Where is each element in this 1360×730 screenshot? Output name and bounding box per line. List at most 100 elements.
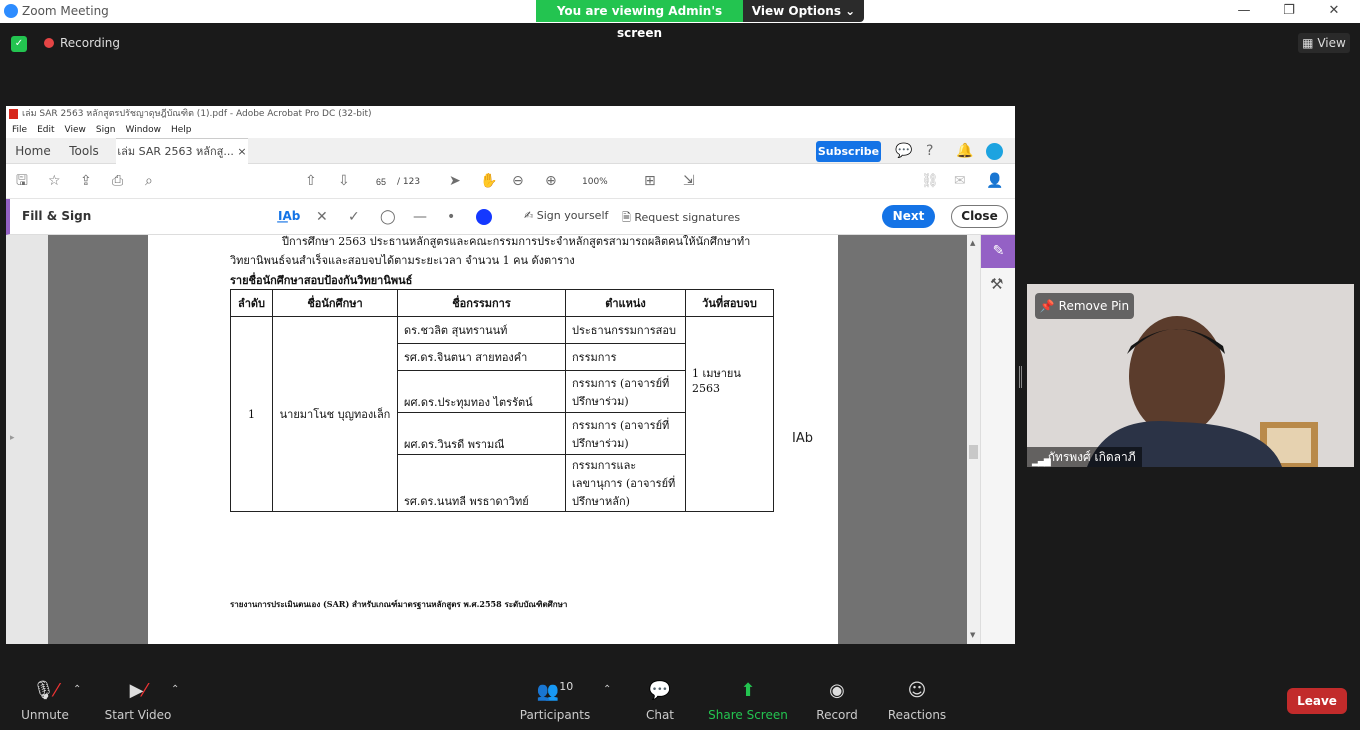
menu-window[interactable]: Window — [126, 125, 162, 135]
subscribe-button[interactable]: Subscribe — [816, 141, 881, 162]
expand-arrow-icon[interactable]: ▸ — [10, 433, 15, 443]
view-button[interactable]: ▦ View — [1298, 33, 1350, 53]
star-icon[interactable]: ☆ — [48, 171, 61, 191]
profile-avatar[interactable] — [986, 143, 1003, 160]
help-icon[interactable]: ? — [926, 141, 933, 161]
add-text-icon[interactable]: I͟Ab — [278, 209, 300, 223]
view-options-button[interactable]: View Options ⌄ — [743, 0, 864, 22]
cross-mark-icon[interactable]: ✕ — [316, 207, 328, 227]
menu-sign[interactable]: Sign — [96, 125, 116, 135]
close-button[interactable]: Close — [951, 205, 1008, 228]
menu-help[interactable]: Help — [171, 125, 192, 135]
acrobat-title: เล่ม SAR 2563 หลักสูตรปรัชญาดุษฎีบัณฑิต … — [22, 109, 372, 119]
share-screen-label: Share Screen — [708, 708, 788, 722]
audio-options-caret-icon[interactable]: ⌃ — [73, 684, 81, 695]
page-up-icon[interactable]: ⇧ — [305, 171, 317, 191]
cell-member-name: ดร.ชวลิต สุนทรานนท์ — [397, 316, 566, 344]
request-signatures-label: Request signatures — [634, 211, 741, 224]
participant-video-tile[interactable]: 📌 Remove Pin ▂▄▆ ภัทรพงศ์ เกิดลาภี — [1027, 284, 1354, 467]
color-picker-icon[interactable] — [476, 209, 492, 225]
cell-order: 1 — [230, 316, 273, 512]
start-video-button[interactable]: ▶⁄ Start Video — [93, 680, 183, 722]
request-signatures-button[interactable]: 🗎 Request signatures — [622, 209, 740, 228]
reactions-button[interactable]: ☺ Reactions — [872, 680, 962, 722]
document-icon: 🗎 — [622, 211, 635, 224]
encryption-shield-icon[interactable]: ✓ — [11, 36, 27, 52]
cell-member-role: กรรมการ (อาจารย์ที่ปรึกษาร่วม) — [565, 370, 686, 413]
cell-member-name: รศ.ดร.นนทลี พรธาดาวิทย์ — [397, 454, 566, 512]
search-icon[interactable]: ⌕ — [145, 171, 153, 191]
right-tools-panel: ✎ ⚒ — [980, 235, 1015, 644]
mail-icon[interactable]: ✉ — [954, 171, 966, 191]
leave-button[interactable]: Leave — [1287, 688, 1347, 714]
link-icon[interactable]: ⛓ — [921, 171, 939, 191]
recording-indicator[interactable]: Recording — [44, 36, 120, 50]
scroll-mode-icon[interactable]: ⇲ — [683, 171, 695, 191]
save-icon[interactable]: 🖫 — [16, 171, 28, 191]
record-dot-icon — [44, 38, 54, 48]
header-committee: ชื่อกรรมการ — [397, 289, 566, 317]
close-tab-icon[interactable]: × — [237, 145, 246, 158]
add-user-icon[interactable]: 👤 — [986, 171, 1003, 191]
acrobat-title-bar: เล่ม SAR 2563 หลักสูตรปรัชญาดุษฎีบัณฑิต … — [6, 106, 1015, 122]
hand-icon[interactable]: ✋ — [480, 171, 497, 191]
page-number-input[interactable] — [368, 174, 394, 190]
menu-file[interactable]: File — [12, 125, 27, 135]
upload-icon[interactable]: ⇪ — [80, 171, 92, 191]
dot-icon[interactable]: • — [447, 207, 455, 227]
resize-handle[interactable] — [1019, 366, 1022, 388]
ellipse-icon[interactable]: ◯ — [380, 207, 396, 227]
menu-edit[interactable]: Edit — [37, 125, 54, 135]
minimize-button[interactable]: — — [1230, 2, 1258, 20]
cell-member-name: รศ.ดร.จินตนา สายทองคำ — [397, 343, 566, 371]
cell-member-role: กรรมการ — [565, 343, 686, 371]
tab-document[interactable]: เล่ม SAR 2563 หลักสู... × — [116, 138, 248, 164]
line-icon[interactable]: — — [413, 207, 427, 227]
committee-table: ลำดับ ชื่อนักศึกษา ชื่อกรรมการ ตำแหน่ง ว… — [230, 289, 774, 512]
select-cursor-icon[interactable]: ➤ — [449, 171, 461, 191]
left-panel-collapsed[interactable]: ▸ — [6, 235, 48, 644]
page-down-icon[interactable]: ⇩ — [338, 171, 350, 191]
record-label: Record — [816, 708, 858, 722]
participants-count: 10 — [559, 680, 574, 693]
sign-yourself-label: Sign yourself — [536, 209, 609, 222]
header-student: ชื่อนักศึกษา — [272, 289, 398, 317]
zoom-out-icon[interactable]: ⊖ — [512, 171, 524, 191]
share-screen-button[interactable]: ⬆ Share Screen — [703, 680, 793, 722]
check-mark-icon[interactable]: ✓ — [348, 207, 360, 227]
cell-date: 1 เมษายน 2563 — [685, 316, 774, 512]
scroll-down-icon[interactable]: ▼ — [970, 631, 975, 639]
signal-bars-icon: ▂▄▆ — [1032, 457, 1051, 467]
viewing-screen-banner: You are viewing Admin's screen — [536, 0, 743, 40]
sign-yourself-button[interactable]: ✍ Sign yourself — [524, 209, 608, 222]
bell-icon[interactable]: 🔔 — [956, 141, 973, 161]
zoom-in-icon[interactable]: ⊕ — [545, 171, 557, 191]
zoom-logo-icon — [4, 4, 18, 18]
header-date: วันที่สอบจบ — [685, 289, 774, 317]
page-fit-icon[interactable]: ⊞ — [644, 171, 656, 191]
scrollbar-thumb[interactable] — [969, 445, 978, 459]
zoom-level-select[interactable]: 100% — [582, 174, 608, 190]
chat-label: Chat — [645, 708, 675, 722]
doc-footer: รายงานการประเมินตนเอง (SAR) สำหรับเกณฑ์ม… — [230, 599, 568, 609]
grid-icon: ▦ — [1302, 36, 1318, 50]
scroll-up-icon[interactable]: ▲ — [970, 239, 975, 247]
vertical-scrollbar[interactable]: ▲ ▼ — [967, 235, 980, 644]
next-button[interactable]: Next — [882, 205, 935, 228]
participant-name-tag: ▂▄▆ ภัทรพงศ์ เกิดลาภี — [1027, 447, 1142, 467]
video-options-caret-icon[interactable]: ⌃ — [171, 684, 179, 695]
remove-pin-button[interactable]: 📌 Remove Pin — [1035, 293, 1134, 319]
close-window-button[interactable]: ✕ — [1320, 2, 1348, 20]
comment-icon[interactable]: 💬 — [895, 141, 912, 161]
menu-view[interactable]: View — [65, 125, 86, 135]
tab-tools[interactable]: Tools — [60, 138, 108, 164]
more-tools-icon[interactable]: ⚒ — [990, 275, 1003, 293]
participants-caret-icon[interactable]: ⌃ — [603, 684, 611, 695]
record-button[interactable]: ◉ Record — [792, 680, 882, 722]
chat-button[interactable]: 💬 Chat — [615, 680, 705, 722]
participants-button[interactable]: 👥10 Participants — [510, 680, 600, 722]
maximize-button[interactable]: ❐ — [1275, 2, 1303, 20]
print-icon[interactable]: ⎙ — [112, 171, 123, 191]
tab-home[interactable]: Home — [6, 138, 60, 164]
fill-sign-tool-icon[interactable]: ✎ — [981, 235, 1015, 268]
